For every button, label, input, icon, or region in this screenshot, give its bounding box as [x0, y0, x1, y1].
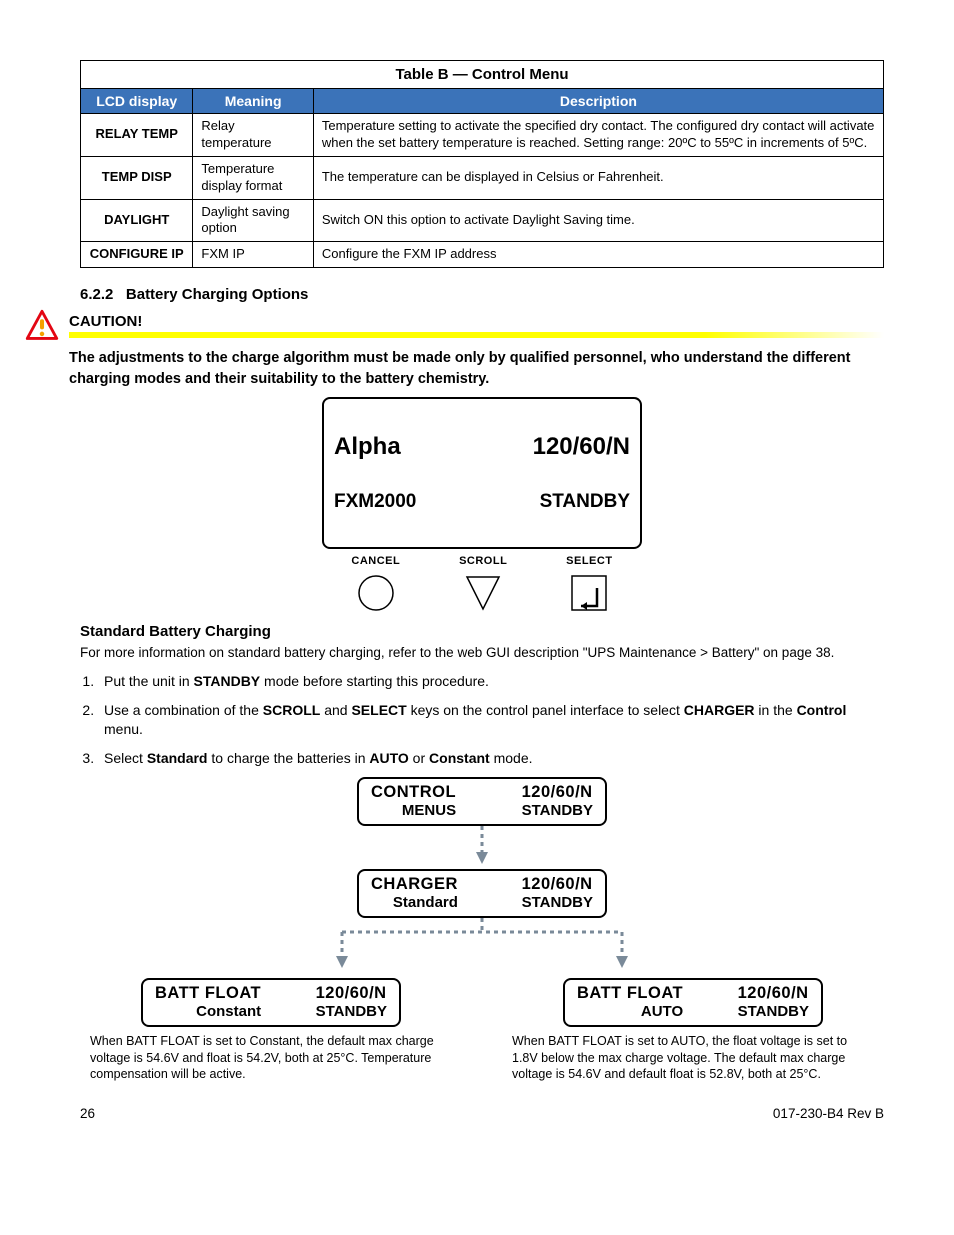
caution-block: CAUTION! The adjustments to the charge a… [25, 309, 884, 389]
std-intro: For more information on standard battery… [80, 644, 884, 662]
cell-lcd: CONFIGURE IP [81, 242, 193, 268]
caution-text: The adjustments to the charge algorithm … [69, 348, 884, 389]
cell-lcd: RELAY TEMP [81, 114, 193, 157]
lcd-charger: CHARGER Standard 120/60/N STANDBY [357, 869, 607, 918]
lcd-batt-float-constant: BATT FLOAT Constant 120/60/N STANDBY [141, 978, 401, 1027]
caption-constant: When BATT FLOAT is set to Constant, the … [80, 1033, 462, 1082]
lcd-batt-float-auto: BATT FLOAT AUTO 120/60/N STANDBY [563, 978, 823, 1027]
page-footer: 26 017-230-B4 Rev B [80, 1106, 884, 1121]
table-row: CONFIGURE IP FXM IP Configure the FXM IP… [81, 242, 884, 268]
table-row: DAYLIGHT Daylight saving option Switch O… [81, 199, 884, 242]
cell-mean: Relay temperature [193, 114, 313, 157]
table-caption: Table B — Control Menu [80, 60, 884, 88]
step-3: Select Standard to charge the batteries … [98, 749, 884, 768]
th-lcd: LCD display [81, 89, 193, 114]
lcd-display-alpha: Alpha FXM2000 120/60/N STANDBY [322, 397, 642, 550]
caution-divider [69, 332, 884, 338]
branching-arrow-icon [182, 918, 782, 976]
section-number: 6.2.2 [80, 286, 113, 303]
cell-desc: Configure the FXM IP address [313, 242, 883, 268]
select-button-icon [566, 573, 612, 613]
lcd-line2-right: STANDBY [533, 491, 630, 513]
caution-heading: CAUTION! [69, 313, 884, 330]
caption-auto: When BATT FLOAT is set to AUTO, the floa… [502, 1033, 884, 1082]
cell-desc: Temperature setting to activate the spec… [313, 114, 883, 157]
cell-mean: Temperature display format [193, 156, 313, 199]
lcd-control-menus: CONTROL MENUS 120/60/N STANDBY [357, 777, 607, 826]
step-2: Use a combination of the SCROLL and SELE… [98, 701, 884, 739]
page-number: 26 [80, 1106, 95, 1121]
cell-desc: Switch ON this option to activate Daylig… [313, 199, 883, 242]
th-meaning: Meaning [193, 89, 313, 114]
cell-mean: Daylight saving option [193, 199, 313, 242]
scroll-button-icon [459, 573, 507, 613]
lcd-line1-right: 120/60/N [533, 433, 630, 461]
section-heading: 6.2.2 Battery Charging Options [80, 286, 884, 303]
caution-icon [25, 309, 59, 346]
select-label: SELECT [566, 555, 612, 567]
table-row: TEMP DISP Temperature display format The… [81, 156, 884, 199]
cancel-label: CANCEL [351, 555, 400, 567]
steps-list: Put the unit in STANDBY mode before star… [98, 672, 884, 768]
menu-diagram: CONTROL MENUS 120/60/N STANDBY CHARGER S… [182, 777, 782, 976]
doc-id: 017-230-B4 Rev B [773, 1106, 884, 1121]
th-desc: Description [313, 89, 883, 114]
arrow-down-icon [182, 826, 782, 869]
table-row: RELAY TEMP Relay temperature Temperature… [81, 114, 884, 157]
step-1: Put the unit in STANDBY mode before star… [98, 672, 884, 691]
section-title: Battery Charging Options [126, 286, 309, 303]
lcd-line2-left: FXM2000 [334, 491, 416, 513]
table-b-control-menu: Table B — Control Menu LCD display Meani… [80, 60, 884, 268]
side-by-side-blocks: BATT FLOAT Constant 120/60/N STANDBY Whe… [80, 978, 884, 1082]
subheading-standard-charging: Standard Battery Charging [80, 623, 884, 640]
cell-lcd: DAYLIGHT [81, 199, 193, 242]
cell-mean: FXM IP [193, 242, 313, 268]
cell-desc: The temperature can be displayed in Cels… [313, 156, 883, 199]
lcd-line1-left: Alpha [334, 433, 416, 461]
button-row: CANCEL SCROLL SELECT [322, 555, 642, 613]
cancel-button-icon [351, 573, 400, 613]
cell-lcd: TEMP DISP [81, 156, 193, 199]
scroll-label: SCROLL [459, 555, 507, 567]
